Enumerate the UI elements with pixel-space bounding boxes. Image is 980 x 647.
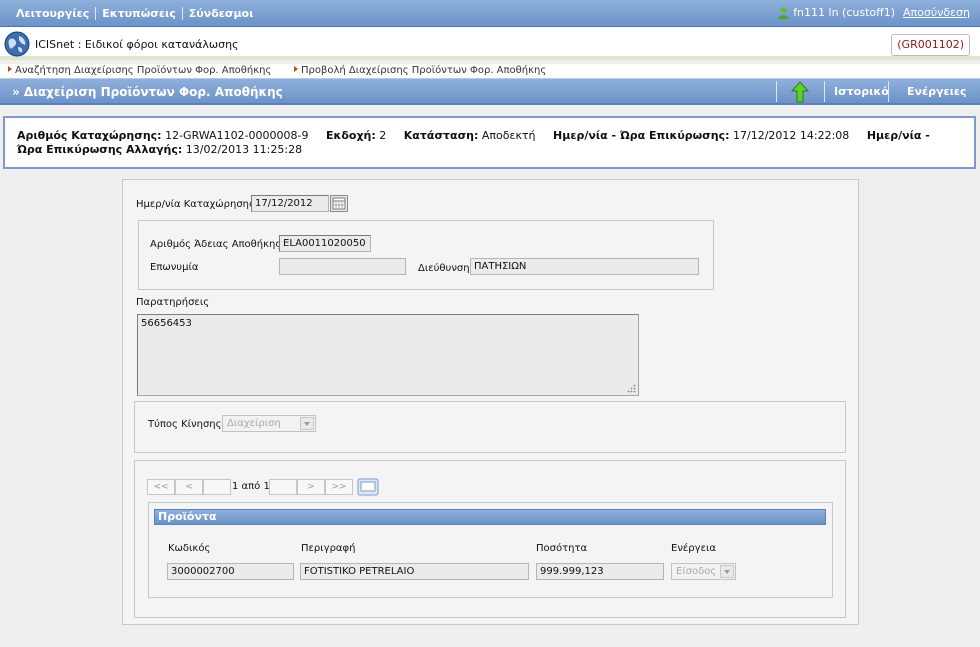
version-value: 2: [379, 129, 387, 142]
registration-number: 12-GRWA1102-0000008-9: [165, 129, 309, 142]
registration-date-field[interactable]: 17/12/2012: [251, 195, 329, 212]
pager-next-button[interactable]: >: [297, 479, 325, 495]
col-quantity: Ποσότητα: [536, 543, 588, 554]
breadcrumb: Αναζήτηση Διαχείρισης Προϊόντων Φορ. Απο…: [0, 64, 980, 78]
arrow-right-icon: [294, 66, 298, 72]
menu-operations[interactable]: Λειτουργίες: [10, 7, 97, 20]
product-quantity-field[interactable]: 999.999,123: [536, 563, 664, 580]
col-code: Κωδικός: [168, 543, 211, 554]
product-action-select[interactable]: Είσοδος: [671, 563, 736, 580]
remarks-text: 56656453: [141, 318, 192, 329]
main-menu: Λειτουργίες Εκτυπώσεις Σύνδεσμοι: [10, 7, 259, 20]
app-header: ICISnet : Ειδικοί φόροι κατανάλωσης (GR0…: [0, 27, 980, 60]
registration-info: Αριθμός Καταχώρησης: 12-GRWA1102-0000008…: [3, 116, 976, 169]
pager-status: 1 από 1: [232, 481, 270, 492]
movement-type-select[interactable]: Διαχείριση: [222, 415, 316, 432]
history-button[interactable]: Ιστορικό: [834, 85, 889, 98]
remarks-textarea[interactable]: 56656453: [137, 314, 639, 396]
registration-date-label: Ημερ/νία Καταχώρησης: [136, 199, 255, 210]
resize-grip-icon[interactable]: [627, 384, 636, 393]
pager-prev-button[interactable]: <: [175, 479, 203, 495]
product-description-field[interactable]: FOTISTIKO PETRELAIO: [300, 563, 529, 580]
page-title-bar: » Διαχείριση Προϊόντων Φορ. Αποθήκης Ιστ…: [0, 78, 980, 105]
company-name-field[interactable]: [279, 258, 406, 275]
table-view-icon[interactable]: [357, 477, 379, 497]
up-arrow-icon[interactable]: [786, 80, 812, 104]
col-action: Ενέργεια: [671, 543, 716, 554]
col-description: Περιγραφή: [301, 543, 356, 554]
remarks-label: Παρατηρήσεις: [136, 297, 210, 308]
product-code-field[interactable]: 3000002700: [167, 563, 294, 580]
address-label: Διεύθυνση: [418, 263, 470, 274]
user-area: fn111 ln (custoff1) Αποσύνδεση: [777, 6, 970, 19]
pager-blank-right: [269, 479, 297, 495]
globe-logo-icon: [4, 31, 30, 57]
chevron-down-icon: [300, 417, 314, 430]
status-value: Αποδεκτή: [481, 129, 536, 142]
user-name: fn111 ln (custoff1): [793, 6, 896, 19]
change-confirm-datetime: 13/02/2013 11:25:28: [185, 143, 303, 156]
menu-prints[interactable]: Εκτυπώσεις: [96, 7, 183, 20]
address-field[interactable]: ΠΑΤΗΣΙΩΝ: [470, 258, 699, 275]
pager-blank-left: [203, 479, 231, 495]
logout-link[interactable]: Αποσύνδεση: [903, 6, 970, 19]
pager: << < 1 από 1 > >>: [147, 479, 357, 497]
office-code-badge: (GR001102): [891, 34, 970, 56]
warehouse-box: [138, 220, 714, 290]
calendar-icon[interactable]: [330, 195, 348, 212]
license-label: Αριθμός Άδειας Αποθήκης: [150, 239, 282, 250]
chevron-down-icon: [720, 565, 734, 578]
pager-first-button[interactable]: <<: [147, 479, 175, 495]
actions-button[interactable]: Ενέργειες: [907, 85, 967, 98]
breadcrumb-search[interactable]: Αναζήτηση Διαχείρισης Προϊόντων Φορ. Απο…: [8, 64, 271, 77]
products-title: Προϊόντα: [154, 509, 826, 525]
user-icon: [778, 7, 790, 19]
confirm-datetime: 17/12/2012 14:22:08: [733, 129, 850, 142]
top-menu-bar: Λειτουργίες Εκτυπώσεις Σύνδεσμοι fn111 l…: [0, 0, 980, 27]
movement-type-label: Τύπος Κίνησης: [148, 419, 222, 430]
pager-last-button[interactable]: >>: [325, 479, 353, 495]
page-title: » Διαχείριση Προϊόντων Φορ. Αποθήκης: [12, 85, 283, 99]
menu-links[interactable]: Σύνδεσμοι: [183, 7, 260, 20]
license-field[interactable]: ELA0011020050: [279, 235, 371, 252]
company-name-label: Επωνυμία: [150, 262, 199, 273]
app-title: ICISnet : Ειδικοί φόροι κατανάλωσης: [35, 38, 239, 51]
arrow-right-icon: [8, 66, 12, 72]
breadcrumb-view[interactable]: Προβολή Διαχείρισης Προϊόντων Φορ. Αποθή…: [294, 64, 546, 77]
